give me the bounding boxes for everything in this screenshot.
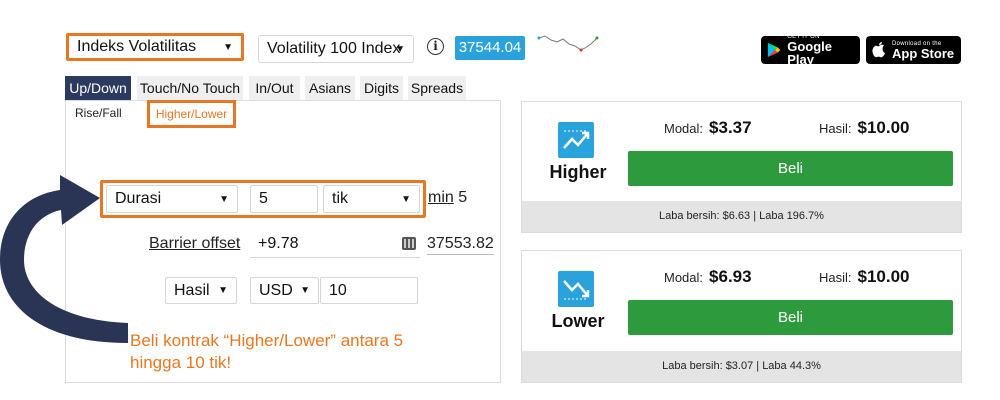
basis-select[interactable]: Hasil ▼ bbox=[165, 277, 237, 304]
chevron-down-icon: ▼ bbox=[300, 285, 310, 296]
basis-value: Hasil bbox=[174, 281, 210, 299]
duration-input[interactable]: 5 bbox=[250, 185, 318, 213]
min-value: 5 bbox=[458, 189, 468, 206]
tab-asians[interactable]: Asians bbox=[305, 76, 355, 100]
min-text: min bbox=[428, 189, 454, 206]
promo-note: Beli kontrak “Higher/Lower” antara 5 hin… bbox=[130, 331, 404, 372]
subtab-rise-fall[interactable]: Rise/Fall bbox=[75, 106, 122, 120]
higher-stake-value: $3.37 bbox=[709, 118, 752, 137]
market-select-value: Indeks Volatilitas bbox=[77, 38, 197, 55]
amount-input[interactable]: 10 bbox=[320, 277, 418, 304]
higher-net-profit: Laba bersih: $6.63 | Laba 196.7% bbox=[522, 201, 961, 232]
buy-higher-button[interactable]: Beli bbox=[628, 151, 953, 186]
tab-spreads[interactable]: Spreads bbox=[408, 76, 466, 100]
higher-stake: Modal: $3.37 bbox=[664, 118, 752, 138]
buy-lower-button[interactable]: Beli bbox=[628, 300, 953, 335]
chevron-down-icon: ▼ bbox=[223, 41, 233, 53]
duration-unit-select[interactable]: tik ▼ bbox=[323, 185, 420, 213]
app-store-big-text: App Store bbox=[892, 45, 955, 61]
curved-arrow-icon bbox=[0, 175, 128, 343]
barrier-absolute-value: 37553.82 bbox=[427, 235, 494, 255]
higher-payout: Hasil: $10.00 bbox=[819, 118, 910, 138]
subtab-higher-lower[interactable]: Higher/Lower bbox=[147, 100, 236, 128]
price-sparkline bbox=[537, 35, 599, 52]
apple-icon bbox=[872, 42, 885, 58]
tab-up-down[interactable]: Up/Down bbox=[65, 76, 131, 100]
duration-unit-value: tik bbox=[332, 190, 348, 207]
tab-in-out[interactable]: In/Out bbox=[249, 76, 300, 100]
higher-payout-label: Hasil: bbox=[819, 121, 852, 136]
market-select[interactable]: Indeks Volatilitas ▼ bbox=[66, 33, 244, 61]
lower-stake-value: $6.93 bbox=[709, 267, 752, 286]
higher-contract-card: Higher Modal: $3.37 Hasil: $10.00 Beli Lab… bbox=[521, 101, 962, 233]
lower-title: Lower bbox=[551, 311, 605, 331]
higher-trend-icon bbox=[558, 122, 594, 158]
lower-payout-value: $10.00 bbox=[857, 267, 910, 286]
higher-payout-value: $10.00 bbox=[857, 118, 910, 137]
index-select[interactable]: Volatility 100 Index ▼ bbox=[258, 35, 414, 63]
min-duration-label: min 5 bbox=[428, 189, 467, 207]
google-play-button[interactable]: GET IT ON Google Play bbox=[761, 34, 860, 67]
lower-payout: Hasil: $10.00 bbox=[819, 267, 910, 287]
index-select-value: Volatility 100 Index bbox=[267, 40, 401, 57]
tab-touch-no-touch[interactable]: Touch/No Touch bbox=[137, 76, 243, 100]
info-icon[interactable]: i bbox=[427, 38, 444, 55]
currency-value: USD bbox=[259, 281, 293, 299]
tab-digits[interactable]: Digits bbox=[360, 76, 403, 100]
lower-stake: Modal: $6.93 bbox=[664, 267, 752, 287]
calculator-icon[interactable] bbox=[402, 237, 416, 250]
higher-stake-label: Modal: bbox=[664, 121, 704, 136]
google-play-big-text: Google Play bbox=[787, 39, 832, 67]
app-store-button[interactable]: Download on the App Store bbox=[866, 36, 961, 64]
barrier-offset-label: Barrier offset bbox=[149, 235, 241, 252]
google-play-icon bbox=[767, 42, 781, 58]
chevron-down-icon: ▼ bbox=[219, 193, 229, 205]
lower-stake-label: Modal: bbox=[664, 270, 704, 285]
barrier-offset-value: +9.78 bbox=[258, 234, 299, 252]
chevron-down-icon: ▼ bbox=[401, 193, 411, 205]
currency-select[interactable]: USD ▼ bbox=[250, 277, 319, 304]
lower-trend-icon bbox=[558, 271, 594, 307]
chevron-down-icon: ▼ bbox=[395, 43, 405, 55]
lower-contract-card: Lower Modal: $6.93 Hasil: $10.00 Beli Laba… bbox=[521, 250, 962, 383]
chevron-down-icon: ▼ bbox=[218, 285, 228, 296]
lower-net-profit: Laba bersih: $3.07 | Laba 44.3% bbox=[522, 351, 961, 382]
spot-price-badge: 37544.04 bbox=[455, 36, 525, 60]
lower-payout-label: Hasil: bbox=[819, 270, 852, 285]
barrier-offset-input[interactable]: +9.78 bbox=[250, 230, 420, 258]
higher-title: Higher bbox=[549, 162, 607, 182]
